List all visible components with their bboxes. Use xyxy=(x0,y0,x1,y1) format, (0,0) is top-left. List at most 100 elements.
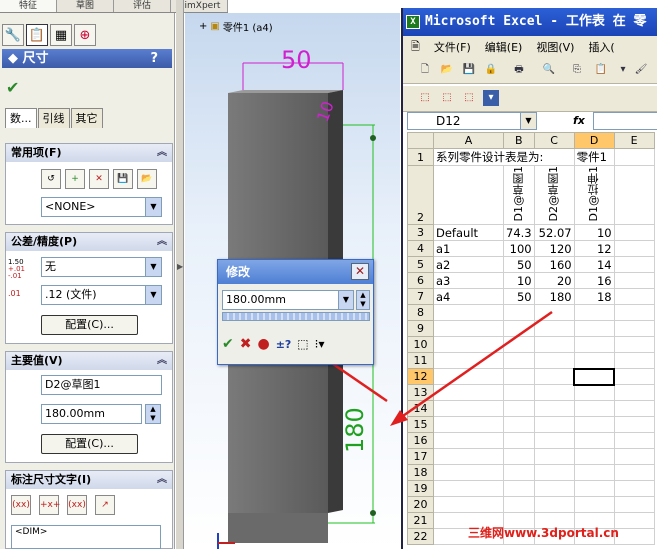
format-painter-icon[interactable]: 🖌 xyxy=(633,62,649,78)
cell[interactable] xyxy=(573,448,615,466)
config-button[interactable]: 配置(C)... xyxy=(41,315,138,335)
open-icon[interactable]: 📂 xyxy=(439,62,455,78)
cell-d[interactable]: 18 xyxy=(573,288,615,306)
chevron-down-icon[interactable]: ▼ xyxy=(520,113,536,129)
options-icon[interactable]: ⁝▾ xyxy=(315,337,325,351)
precision-select[interactable]: .12 (文件) ▼ xyxy=(41,285,162,305)
cell[interactable] xyxy=(613,384,655,402)
help-icon[interactable]: ? xyxy=(150,49,158,68)
ok-check-icon[interactable]: ✔ xyxy=(6,78,19,97)
collapse-chevron-icon[interactable]: ︽ xyxy=(157,144,167,162)
cancel-x-icon[interactable]: ✖ xyxy=(240,336,252,352)
cell[interactable] xyxy=(503,496,535,514)
dimension-text-field[interactable]: <DIM> xyxy=(11,525,161,549)
group-tolerance-header[interactable]: 公差/精度(P) ︽ xyxy=(6,233,172,251)
cell[interactable] xyxy=(573,304,615,322)
cell-c[interactable]: 20 xyxy=(533,272,575,290)
cell[interactable] xyxy=(613,320,655,338)
apply-default-icon[interactable]: ↺ xyxy=(41,169,61,189)
cell[interactable] xyxy=(533,448,575,466)
cell[interactable] xyxy=(533,496,575,514)
formula-bar-input[interactable] xyxy=(593,112,657,130)
collapse-chevron-icon[interactable]: ︽ xyxy=(157,471,167,489)
save-icon[interactable]: 💾 xyxy=(461,62,477,78)
copy-icon[interactable]: ⎘ xyxy=(569,62,585,78)
cell[interactable] xyxy=(573,496,615,514)
cell-a[interactable]: a2 xyxy=(433,256,504,274)
cell-c[interactable]: 52.07 xyxy=(533,224,575,242)
mark-for-drawing-icon[interactable]: ⬚ xyxy=(297,337,308,351)
favorite-select[interactable]: <NONE> ▼ xyxy=(41,197,162,217)
cell[interactable] xyxy=(433,496,504,514)
close-icon[interactable]: ✕ xyxy=(351,263,369,280)
inspection-icon[interactable]: (xx) xyxy=(67,495,87,515)
row-header[interactable]: 4 xyxy=(407,240,434,258)
cell[interactable] xyxy=(613,304,655,322)
tab-other[interactable]: 其它 xyxy=(70,108,103,128)
cell-a[interactable]: Default xyxy=(433,224,504,242)
cell-d1[interactable]: 零件1 xyxy=(573,148,615,166)
cell[interactable] xyxy=(613,368,655,386)
panel-splitter[interactable]: ▶ xyxy=(176,0,184,549)
dimxpert-manager-icon[interactable]: ⊕ xyxy=(74,24,96,46)
offset-text-icon[interactable]: ↗ xyxy=(95,495,115,515)
chevron-down-icon[interactable]: ▼ xyxy=(145,258,161,276)
delete-favorite-icon[interactable]: ✕ xyxy=(89,169,109,189)
col-header-a[interactable]: A xyxy=(433,132,504,149)
cell[interactable] xyxy=(503,448,535,466)
tab-features[interactable]: 特征 xyxy=(0,0,57,12)
row-header[interactable]: 3 xyxy=(407,224,434,242)
cell-b2[interactable]: D1@草图1 xyxy=(503,164,535,226)
cell[interactable] xyxy=(573,352,615,370)
add-favorite-icon[interactable]: + xyxy=(65,169,85,189)
thumbwheel[interactable] xyxy=(222,312,370,321)
cell[interactable] xyxy=(613,432,655,450)
spinner-icon[interactable]: ▲ ▼ xyxy=(145,404,161,424)
cell-d[interactable]: 14 xyxy=(573,256,615,274)
cell[interactable] xyxy=(433,448,504,466)
name-box[interactable]: D12 ▼ xyxy=(407,112,537,130)
menu-edit[interactable]: 编辑(E) xyxy=(485,39,523,55)
row-header[interactable]: 5 xyxy=(407,256,434,274)
cell-d[interactable]: 16 xyxy=(573,272,615,290)
cell-a1[interactable]: 系列零件设计表是为: xyxy=(433,148,575,166)
chevron-down-icon[interactable]: ▼ xyxy=(145,286,161,304)
cell[interactable] xyxy=(433,464,504,482)
parentheses-icon[interactable]: (xx) xyxy=(11,495,31,515)
cell-c[interactable]: 160 xyxy=(533,256,575,274)
config-button-2[interactable]: 配置(C)... xyxy=(41,434,138,454)
cell-e[interactable] xyxy=(613,224,655,242)
cell[interactable] xyxy=(533,464,575,482)
cell[interactable] xyxy=(613,496,655,514)
select-all-corner[interactable] xyxy=(407,132,434,149)
cell[interactable] xyxy=(613,400,655,418)
col-header-d[interactable]: D xyxy=(573,132,615,149)
cell[interactable] xyxy=(573,480,615,498)
cell[interactable] xyxy=(613,352,655,370)
cell-a2[interactable] xyxy=(433,164,504,226)
row-header[interactable]: 22 xyxy=(407,528,434,546)
cell[interactable] xyxy=(573,464,615,482)
pdf-email-icon[interactable]: ⬚ xyxy=(439,90,455,106)
cell-d[interactable]: 12 xyxy=(573,240,615,258)
new-icon[interactable]: 🗋 xyxy=(417,62,433,78)
spinner-icon[interactable]: ▲ ▼ xyxy=(356,290,370,310)
group-favorites-header[interactable]: 常用项(F) ︽ xyxy=(6,144,172,162)
cell-c[interactable]: 120 xyxy=(533,240,575,258)
cell[interactable] xyxy=(573,400,615,418)
cell[interactable] xyxy=(533,480,575,498)
cell-e[interactable] xyxy=(613,272,655,290)
dimension-name-field[interactable]: D2@草图1 xyxy=(41,375,162,395)
cell-b[interactable]: 10 xyxy=(503,272,535,290)
rebuild-icon[interactable]: ● xyxy=(257,336,269,352)
cell[interactable] xyxy=(573,320,615,338)
tab-value[interactable]: 数... xyxy=(5,108,37,128)
cell[interactable] xyxy=(573,384,615,402)
cell[interactable] xyxy=(573,432,615,450)
paste-icon[interactable]: 📋 xyxy=(593,62,609,78)
toolbar-options-icon[interactable]: ▾ xyxy=(483,90,499,106)
chevron-down-icon[interactable]: ▼ xyxy=(338,290,354,310)
tolerance-type-select[interactable]: 无 ▼ xyxy=(41,257,162,277)
row-header[interactable]: 1 xyxy=(407,148,434,166)
row-header[interactable]: 20 xyxy=(407,496,434,514)
